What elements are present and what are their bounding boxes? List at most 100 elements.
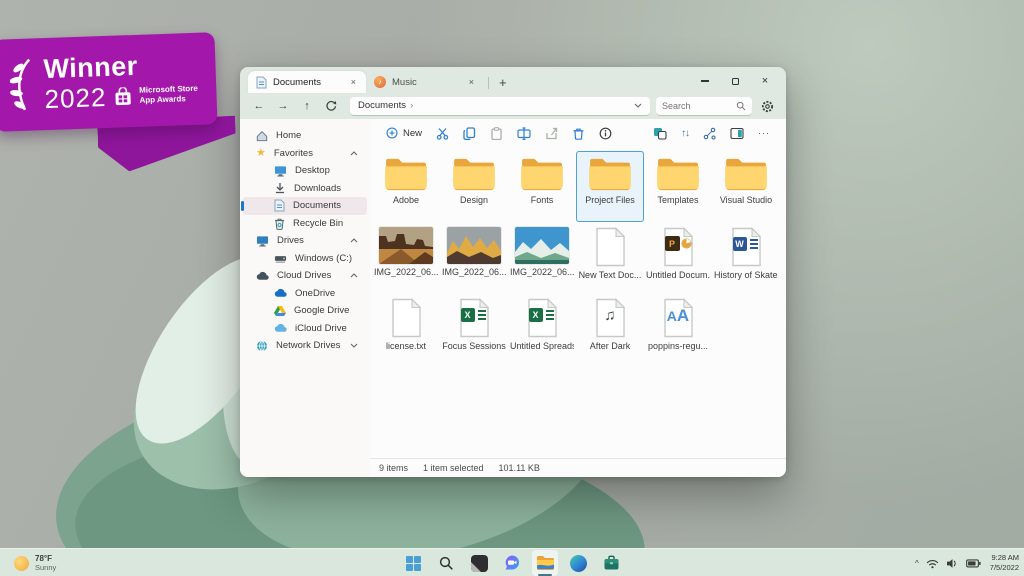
tab-documents[interactable]: Documents × (248, 71, 366, 93)
sidebar-item-downloads[interactable]: Downloads (243, 180, 367, 198)
file-item[interactable]: X Focus Sessions (440, 293, 508, 364)
sidebar-item-label: Drives (277, 235, 304, 246)
google-drive-icon (274, 305, 286, 316)
search-box[interactable] (656, 97, 752, 116)
properties-button[interactable] (593, 122, 618, 144)
icloud-icon (274, 323, 287, 333)
sidebar-item-desktop[interactable]: Desktop (243, 162, 367, 180)
sidebar-item-google-drive[interactable]: Google Drive (243, 302, 367, 320)
clock-date: 7/5/2022 (990, 563, 1019, 573)
sidebar-item-drives[interactable]: Drives (243, 232, 367, 250)
file-item[interactable]: IMG_2022_06... (440, 222, 508, 293)
tab-close-icon[interactable]: × (467, 77, 476, 87)
maximize-icon (732, 78, 739, 85)
edge-button[interactable] (565, 550, 591, 576)
chevron-up-icon[interactable] (350, 151, 358, 156)
file-item[interactable]: ♫ After Dark (576, 293, 644, 364)
maximize-button[interactable] (722, 71, 748, 91)
windows-logo-icon (406, 556, 421, 571)
file-item[interactable]: New Text Doc... (576, 222, 644, 293)
sidebar-item-cloud-drives[interactable]: Cloud Drives (243, 267, 367, 285)
dark-photo-app-button[interactable] (466, 550, 492, 576)
sidebar-item-label: Windows (C:) (295, 253, 352, 264)
breadcrumb[interactable]: Documents (358, 100, 406, 111)
volume-icon[interactable] (946, 558, 959, 569)
file-item[interactable]: IMG_2022_06... (508, 222, 576, 293)
file-item[interactable]: license.txt (372, 293, 440, 364)
forward-button[interactable]: → (274, 97, 292, 115)
file-item[interactable]: AA poppins-regu... (644, 293, 712, 364)
sidebar-item-label: Recycle Bin (293, 218, 343, 229)
sidebar-item-windows-c[interactable]: Windows (C:) (243, 250, 367, 268)
hidden-icons-chevron[interactable]: ^ (915, 559, 919, 568)
new-button-label: New (403, 128, 422, 139)
search-input[interactable] (662, 101, 736, 111)
copy-button[interactable] (457, 122, 482, 144)
sidebar-item-label: Desktop (295, 165, 330, 176)
briefcase-icon (603, 555, 620, 571)
sidebar-item-documents[interactable]: Documents (243, 197, 367, 215)
text-file-icon (391, 298, 422, 338)
taskbar-clock[interactable]: 9:28 AM 7/5/2022 (988, 553, 1019, 573)
file-item[interactable]: Templates (644, 151, 712, 222)
address-dropdown-button[interactable] (634, 100, 642, 111)
badge-award-line1: Microsoft Store (139, 84, 198, 95)
battery-icon[interactable] (966, 559, 981, 568)
chevron-up-icon[interactable] (350, 273, 358, 278)
files-app-button[interactable] (532, 550, 558, 576)
cut-button[interactable] (430, 122, 455, 144)
more-options-button[interactable]: ··· (752, 122, 776, 144)
sidebar-item-label: Cloud Drives (277, 270, 331, 281)
chevron-down-icon[interactable] (350, 343, 358, 348)
file-item[interactable]: Adobe (372, 151, 440, 222)
file-item[interactable]: P Untitled Docum... (644, 222, 712, 293)
minimize-button[interactable] (692, 71, 718, 91)
sort-icon: ↑↓ (681, 128, 689, 139)
paste-button[interactable] (484, 122, 509, 144)
address-bar[interactable]: Documents › (350, 97, 650, 116)
tab-close-icon[interactable]: × (349, 77, 358, 87)
share-button[interactable] (539, 122, 564, 144)
paste-icon (490, 127, 503, 140)
file-item-selected[interactable]: Project Files (576, 151, 644, 222)
file-name: New Text Doc... (579, 270, 642, 280)
back-button[interactable]: ← (250, 97, 268, 115)
taskbar-search-button[interactable] (433, 550, 459, 576)
details-pane-button[interactable] (724, 122, 750, 144)
file-name: Untitled Spreads... (510, 341, 574, 351)
new-button[interactable]: New (380, 122, 428, 144)
desktop: Winner 2022 Microsoft Store App Awards (0, 0, 1024, 576)
chevron-up-icon[interactable] (350, 238, 358, 243)
briefcase-app-button[interactable] (598, 550, 624, 576)
file-item[interactable]: IMG_2022_06... (372, 222, 440, 293)
delete-button[interactable] (566, 122, 591, 144)
chat-button[interactable] (499, 550, 525, 576)
start-button[interactable] (400, 550, 426, 576)
minimize-icon (701, 80, 709, 82)
document-tab-icon (256, 76, 267, 89)
file-item[interactable]: Fonts (508, 151, 576, 222)
new-tab-button[interactable]: + (493, 75, 513, 90)
file-item[interactable]: Visual Studio (712, 151, 780, 222)
sidebar-item-icloud-drive[interactable]: iCloud Drive (243, 320, 367, 338)
document-icon (274, 199, 285, 212)
sidebar-item-favorites[interactable]: ★ Favorites (243, 145, 367, 163)
tab-music[interactable]: ♪ Music × (366, 71, 484, 93)
settings-button[interactable] (758, 97, 776, 115)
sidebar-item-network-drives[interactable]: Network Drives (243, 337, 367, 355)
rename-button[interactable] (511, 122, 537, 144)
sidebar-item-recycle-bin[interactable]: Recycle Bin (243, 215, 367, 233)
up-button[interactable]: ↑ (298, 97, 316, 115)
wifi-icon[interactable] (926, 558, 939, 569)
close-button[interactable]: × (752, 71, 778, 91)
group-by-button[interactable] (697, 122, 722, 144)
file-item[interactable]: W History of Skate... (712, 222, 780, 293)
layout-mode-button[interactable] (647, 122, 673, 144)
file-item[interactable]: X Untitled Spreads... (508, 293, 576, 364)
refresh-button[interactable] (322, 97, 340, 115)
weather-widget[interactable]: 78°F Sunny (6, 549, 64, 576)
sort-button[interactable]: ↑↓ (675, 122, 695, 144)
sidebar-item-home[interactable]: Home (243, 127, 367, 145)
file-item[interactable]: Design (440, 151, 508, 222)
sidebar-item-onedrive[interactable]: OneDrive (243, 285, 367, 303)
